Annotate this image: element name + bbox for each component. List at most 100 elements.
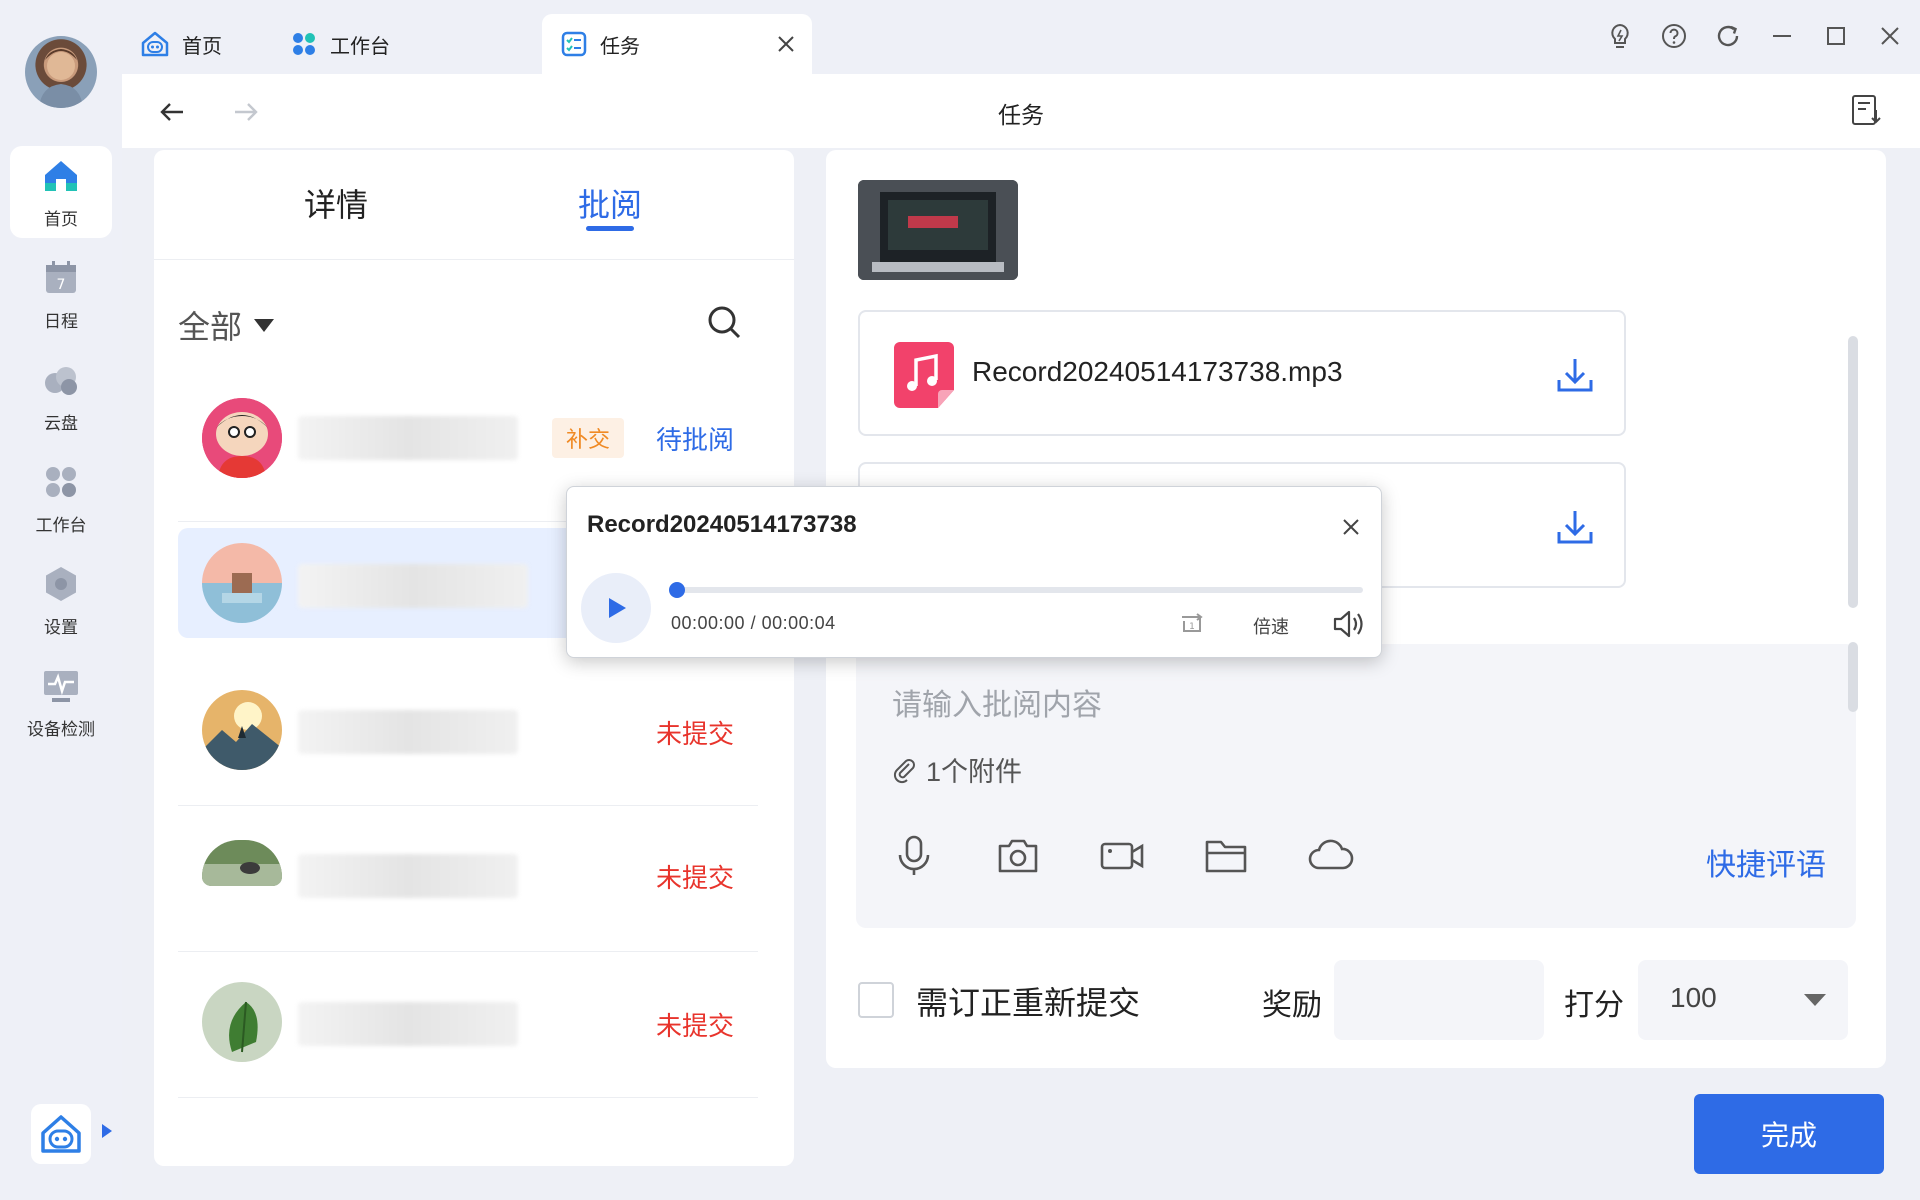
sidebar-item-schedule[interactable]: 7 日程 — [10, 248, 112, 340]
reward-input[interactable] — [1334, 960, 1544, 1040]
close-icon[interactable] — [1337, 513, 1365, 541]
tab-review[interactable]: 批阅 — [578, 180, 642, 226]
folder-icon[interactable] — [1202, 832, 1250, 880]
export-list-icon[interactable] — [1848, 92, 1884, 128]
active-tab-indicator — [586, 226, 634, 231]
robot-logo-icon — [41, 1115, 81, 1153]
svg-text:1: 1 — [1189, 622, 1195, 632]
sidebar: 首页 7 日程 云盘 工作台 设置 设备检测 — [0, 0, 122, 1200]
review-input-box[interactable]: 请输入批阅内容 1个附件 快捷评语 — [856, 644, 1856, 928]
camera-icon[interactable] — [994, 832, 1042, 880]
download-icon[interactable] — [1554, 506, 1596, 548]
home-icon — [45, 160, 77, 191]
submission-row[interactable]: 未提交 — [178, 952, 758, 1098]
status-text: 未提交 — [655, 863, 734, 893]
play-button[interactable] — [581, 573, 651, 643]
microphone-icon[interactable] — [890, 832, 938, 880]
sidebar-item-label: 首页 — [44, 209, 78, 229]
score-value: 100 — [1670, 982, 1717, 1013]
review-toolbar — [890, 832, 1354, 880]
volume-icon[interactable] — [1331, 607, 1365, 641]
window-controls — [1606, 22, 1904, 50]
app-logo[interactable] — [31, 1104, 91, 1164]
paperclip-icon — [893, 758, 915, 783]
attachments-link[interactable]: 1个附件 — [890, 750, 1022, 789]
progress-track[interactable] — [671, 587, 1363, 593]
file-name: Record20240514173738.mp3 — [972, 356, 1343, 387]
music-file-icon — [894, 342, 954, 408]
student-avatar — [202, 840, 282, 886]
expand-arrow-icon[interactable] — [102, 1124, 112, 1138]
status-text: 未提交 — [655, 1011, 734, 1041]
student-name-blurred — [298, 854, 518, 898]
tab-label: 首页 — [182, 35, 222, 58]
done-button[interactable]: 完成 — [1694, 1094, 1884, 1174]
student-avatar — [202, 690, 282, 770]
student-avatar — [202, 543, 282, 623]
tab-label: 工作台 — [330, 35, 390, 58]
page-header: 任务 — [122, 74, 1920, 148]
files-scrollbar[interactable] — [1848, 336, 1858, 608]
help-icon[interactable] — [1660, 22, 1688, 50]
sidebar-item-device-check[interactable]: 设备检测 — [10, 656, 112, 748]
tab-details[interactable]: 详情 — [304, 180, 368, 226]
calendar-day: 7 — [57, 277, 66, 293]
lightbulb-icon[interactable] — [1606, 22, 1634, 50]
quick-comments-link[interactable]: 快捷评语 — [1706, 840, 1826, 884]
maximize-icon[interactable] — [1822, 22, 1850, 50]
submission-image-thumbnail[interactable] — [858, 180, 1018, 280]
calendar-icon: 7 — [46, 260, 76, 293]
tab-workbench[interactable]: 工作台 — [272, 14, 442, 74]
submission-row[interactable]: 未提交 — [178, 660, 758, 806]
audio-file-card[interactable]: Record20240514173738.mp3 — [858, 310, 1626, 436]
panel-tabs: 详情 批阅 — [154, 150, 794, 260]
tab-label: 任务 — [600, 35, 640, 58]
student-name-blurred — [298, 710, 518, 754]
close-tab-icon[interactable] — [774, 32, 798, 56]
refresh-icon[interactable] — [1714, 22, 1742, 50]
video-camera-icon[interactable] — [1098, 832, 1146, 880]
close-window-icon[interactable] — [1876, 22, 1904, 50]
user-avatar[interactable] — [25, 36, 97, 108]
resubmit-label: 需订正重新提交 — [916, 985, 1141, 1021]
download-icon[interactable] — [1554, 354, 1596, 396]
loop-once-icon[interactable]: 1 — [1177, 609, 1207, 639]
playback-speed-button[interactable]: 倍速 — [1253, 613, 1289, 639]
status-text: 未提交 — [655, 719, 734, 749]
score-dropdown[interactable]: 100 — [1638, 960, 1848, 1040]
review-placeholder: 请输入批阅内容 — [892, 689, 1102, 722]
attachments-count: 1个附件 — [926, 757, 1023, 787]
student-avatar — [202, 982, 282, 1062]
search-icon[interactable] — [704, 302, 744, 342]
sidebar-item-label: 设置 — [44, 617, 78, 637]
task-tab-icon — [561, 31, 587, 57]
audio-title: Record20240514173738 — [587, 511, 857, 538]
play-icon — [609, 598, 626, 618]
sidebar-item-settings[interactable]: 设置 — [10, 554, 112, 646]
progress-knob[interactable] — [669, 582, 685, 598]
submission-list-panel: 详情 批阅 全部 补交 待批阅 未提交 未提交 未提交 — [154, 150, 794, 1166]
cloud-icon[interactable] — [1306, 832, 1354, 880]
sidebar-item-label: 工作台 — [35, 515, 87, 535]
makeup-badge: 补交 — [552, 418, 624, 458]
filter-dropdown[interactable]: 全部 — [178, 302, 275, 348]
caret-down-icon — [254, 318, 275, 332]
review-scrollbar[interactable] — [1848, 642, 1858, 712]
device-check-icon — [44, 670, 78, 702]
reward-label: 奖励 — [1262, 989, 1322, 1022]
minimize-icon[interactable] — [1768, 22, 1796, 50]
sidebar-item-cloud-disk[interactable]: 云盘 — [10, 350, 112, 442]
submission-row[interactable]: 未提交 — [178, 806, 758, 952]
tab-task[interactable]: 任务 — [542, 14, 812, 74]
sidebar-item-home[interactable]: 首页 — [10, 146, 112, 238]
page-title: 任务 — [998, 102, 1044, 128]
main-content: 详情 批阅 全部 补交 待批阅 未提交 未提交 未提交 Record202405… — [122, 148, 1920, 1200]
settings-icon — [46, 566, 76, 601]
workbench-tab-icon — [293, 33, 315, 55]
cloud-disk-icon — [45, 366, 77, 395]
student-avatar — [202, 398, 282, 478]
sidebar-item-workbench[interactable]: 工作台 — [10, 452, 112, 544]
student-name-blurred — [298, 416, 518, 460]
tab-home[interactable]: 首页 — [122, 14, 272, 74]
resubmit-checkbox[interactable] — [858, 982, 894, 1018]
